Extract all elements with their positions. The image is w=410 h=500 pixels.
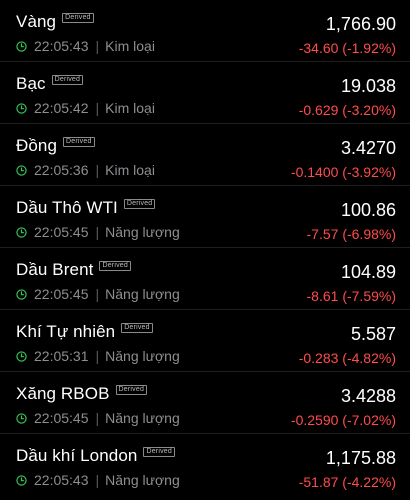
instrument-name: Khí Tự nhiên <box>16 322 116 341</box>
separator: | <box>95 348 100 364</box>
change-value: -0.1400 (-3.92%) <box>290 164 396 180</box>
separator: | <box>95 472 100 488</box>
change-value: -51.87 (-4.22%) <box>298 474 396 490</box>
category-label: Năng lượng <box>105 224 180 240</box>
price-value: 19.038 <box>340 76 396 96</box>
instrument-name: Xăng RBOB <box>16 384 110 403</box>
derived-badge: Derived <box>143 447 175 457</box>
price-value: 3.4288 <box>340 386 396 406</box>
clock-icon <box>16 474 27 486</box>
list-item-brent[interactable]: Dầu Brent Derived 22:05:45 | Năng lượng … <box>0 248 410 310</box>
change-value: -34.60 (-1.92%) <box>298 40 396 56</box>
clock-icon <box>16 226 27 238</box>
separator: | <box>95 100 100 116</box>
separator: | <box>95 286 100 302</box>
commodity-list: Vàng Derived 22:05:43 | Kim loại 1,766.9… <box>0 0 410 500</box>
clock-icon <box>16 412 27 424</box>
clock-icon <box>16 102 27 114</box>
change-value: -7.57 (-6.98%) <box>306 226 396 242</box>
category-label: Năng lượng <box>105 286 180 302</box>
category-label: Kim loại <box>105 100 155 116</box>
derived-badge: Derived <box>63 137 95 147</box>
derived-badge: Derived <box>62 13 94 23</box>
clock-icon <box>16 40 27 52</box>
category-label: Năng lượng <box>105 410 180 426</box>
derived-badge: Derived <box>99 261 131 271</box>
instrument-name: Vàng <box>16 12 57 31</box>
separator: | <box>95 38 100 54</box>
price-value: 100.86 <box>340 200 396 220</box>
update-time: 22:05:43 <box>34 38 89 54</box>
clock-icon <box>16 350 27 362</box>
price-value: 5.587 <box>350 324 396 344</box>
category-label: Kim loại <box>105 162 155 178</box>
list-item-silver[interactable]: Bạc Derived 22:05:42 | Kim loại 19.038 -… <box>0 62 410 124</box>
update-time: 22:05:45 <box>34 224 89 240</box>
price-value: 3.4270 <box>340 138 396 158</box>
list-item-copper[interactable]: Đồng Derived 22:05:36 | Kim loại 3.4270 … <box>0 124 410 186</box>
list-item-london-gas-oil[interactable]: Dầu khí London Derived 22:05:43 | Năng l… <box>0 434 410 496</box>
category-label: Năng lượng <box>105 472 180 488</box>
update-time: 22:05:45 <box>34 410 89 426</box>
update-time: 22:05:43 <box>34 472 89 488</box>
separator: | <box>95 162 100 178</box>
update-time: 22:05:36 <box>34 162 89 178</box>
list-item-natural-gas[interactable]: Khí Tự nhiên Derived 22:05:31 | Năng lượ… <box>0 310 410 372</box>
instrument-name: Dầu Thô WTI <box>16 198 118 217</box>
derived-badge: Derived <box>121 323 153 333</box>
change-value: -0.283 (-4.82%) <box>298 350 396 366</box>
price-value: 1,766.90 <box>325 14 396 34</box>
price-value: 104.89 <box>340 262 396 282</box>
separator: | <box>95 224 100 240</box>
separator: | <box>95 410 100 426</box>
update-time: 22:05:45 <box>34 286 89 302</box>
change-value: -0.2590 (-7.02%) <box>290 412 396 428</box>
derived-badge: Derived <box>115 385 148 395</box>
instrument-name: Dầu khí London <box>16 446 138 465</box>
category-label: Kim loại <box>105 38 155 54</box>
clock-icon <box>16 164 27 176</box>
list-item-rbob-gasoline[interactable]: Xăng RBOB Derived 22:05:45 | Năng lượng … <box>0 372 410 434</box>
instrument-name: Bạc <box>16 74 46 93</box>
update-time: 22:05:31 <box>34 348 89 364</box>
price-value: 1,175.88 <box>325 448 396 468</box>
derived-badge: Derived <box>51 75 84 85</box>
clock-icon <box>16 288 27 300</box>
instrument-name: Dầu Brent <box>16 260 94 279</box>
list-item-wti-crude[interactable]: Dầu Thô WTI Derived 22:05:45 | Năng lượn… <box>0 186 410 248</box>
category-label: Năng lượng <box>105 348 180 364</box>
change-value: -0.629 (-3.20%) <box>298 102 396 118</box>
change-value: -8.61 (-7.59%) <box>306 288 396 304</box>
derived-badge: Derived <box>123 199 156 209</box>
update-time: 22:05:42 <box>34 100 89 116</box>
instrument-name: Đồng <box>16 136 58 155</box>
list-item-gold[interactable]: Vàng Derived 22:05:43 | Kim loại 1,766.9… <box>0 0 410 62</box>
